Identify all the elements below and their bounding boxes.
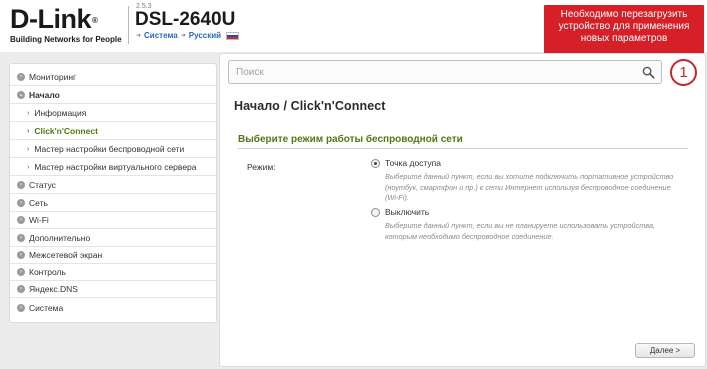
registered-mark-icon: ®	[92, 16, 98, 25]
arrow-right-icon: ➜	[180, 33, 186, 39]
sidebar-item-wireless-wizard[interactable]: › Мастер настройки беспроводной сети	[10, 141, 216, 158]
chevron-right-icon: ›	[17, 73, 25, 81]
sidebar-item-label: Начало	[29, 90, 60, 100]
reboot-notification[interactable]: Необходимо перезагрузить устройство для …	[544, 5, 704, 56]
page-title: Начало / Click'n'Connect	[234, 99, 386, 113]
search-icon[interactable]	[642, 66, 655, 79]
option-description: Выберите данный пункт, если вы не планир…	[385, 221, 656, 241]
sidebar: › Мониторинг ⌄ Начало › Информация › Cli…	[9, 63, 217, 323]
sidebar-item-label: Межсетевой экран	[29, 250, 103, 260]
chevron-right-icon: ›	[17, 216, 25, 224]
sidebar-item-monitoring[interactable]: › Мониторинг	[10, 69, 216, 86]
system-link[interactable]: Система	[144, 31, 178, 40]
sidebar-item-yandex-dns[interactable]: › Яндекс.DNS	[10, 281, 216, 298]
sidebar-item-label: Система	[29, 302, 64, 313]
option-label[interactable]: Точка доступа	[385, 158, 441, 168]
chevron-right-icon: ›	[17, 181, 25, 189]
sidebar-item-label: Контроль	[29, 267, 66, 277]
sidebar-item-start[interactable]: ⌄ Начало	[10, 87, 216, 104]
logo-text: D-Link	[10, 4, 92, 34]
section-title: Выберите режим работы беспроводной сети	[238, 134, 688, 149]
system-menu: ➜ Система ➜ Русский	[136, 31, 240, 40]
sidebar-item-label: Мастер настройки виртуального сервера	[34, 162, 197, 172]
sidebar-item-system[interactable]: › Система	[10, 299, 216, 316]
header-divider	[128, 6, 129, 44]
sidebar-item-label: Информация	[34, 108, 87, 118]
search-box[interactable]	[228, 60, 662, 84]
sidebar-item-label: Мониторинг	[29, 72, 77, 82]
chevron-right-icon: ›	[27, 109, 30, 117]
sidebar-item-label: Дополнительно	[29, 233, 91, 243]
russian-flag-icon[interactable]	[226, 31, 240, 40]
option-description: Выберите данный пункт, если вы хотите по…	[385, 172, 674, 202]
sidebar-item-status[interactable]: › Статус	[10, 177, 216, 194]
chevron-right-icon: ›	[17, 251, 25, 259]
chevron-right-icon: ›	[17, 285, 25, 293]
chevron-right-icon: ›	[17, 199, 25, 207]
chevron-right-icon: ›	[17, 303, 25, 312]
main-panel: 1 Начало / Click'n'Connect Выберите режи…	[219, 53, 706, 367]
next-button[interactable]: Далее >	[635, 343, 695, 358]
sidebar-item-virtual-server-wizard[interactable]: › Мастер настройки виртуального сервера	[10, 159, 216, 176]
sidebar-item-label: Яндекс.DNS	[29, 284, 78, 294]
device-model: DSL-2640U	[135, 9, 236, 30]
sidebar-item-network[interactable]: › Сеть	[10, 195, 216, 212]
arrow-right-icon: ➜	[136, 33, 142, 39]
option-label[interactable]: Выключить	[385, 207, 429, 217]
sidebar-item-advanced[interactable]: › Дополнительно	[10, 230, 216, 247]
chevron-right-icon: ›	[27, 127, 30, 135]
dlink-logo[interactable]: D-Link® Building Networks for People	[10, 4, 122, 44]
mode-label: Режим:	[247, 162, 276, 172]
sidebar-item-information[interactable]: › Информация	[10, 105, 216, 122]
sidebar-item-label: Click'n'Connect	[34, 126, 98, 136]
sidebar-item-control[interactable]: › Контроль	[10, 264, 216, 281]
sidebar-item-label: Wi-Fi	[29, 215, 49, 225]
wireless-mode-section: Выберите режим работы беспроводной сети	[238, 134, 688, 149]
chevron-right-icon: ›	[27, 163, 30, 171]
access-point-radio[interactable]	[371, 159, 380, 168]
sidebar-item-label: Сеть	[29, 198, 48, 208]
language-link[interactable]: Русский	[189, 31, 221, 40]
chevron-down-icon: ⌄	[17, 91, 25, 99]
sidebar-item-wifi[interactable]: › Wi-Fi	[10, 212, 216, 229]
notification-badge[interactable]: 1	[670, 59, 697, 86]
chevron-right-icon: ›	[17, 268, 25, 276]
chevron-right-icon: ›	[27, 145, 30, 153]
sidebar-item-label: Мастер настройки беспроводной сети	[34, 144, 185, 154]
logo-tagline: Building Networks for People	[10, 35, 122, 44]
chevron-right-icon: ›	[17, 234, 25, 242]
sidebar-item-clickconnect[interactable]: › Click'n'Connect	[10, 123, 216, 140]
sidebar-item-firewall[interactable]: › Межсетевой экран	[10, 247, 216, 264]
search-input[interactable]	[236, 64, 626, 80]
disable-radio[interactable]	[371, 208, 380, 217]
sidebar-item-label: Статус	[29, 180, 56, 190]
